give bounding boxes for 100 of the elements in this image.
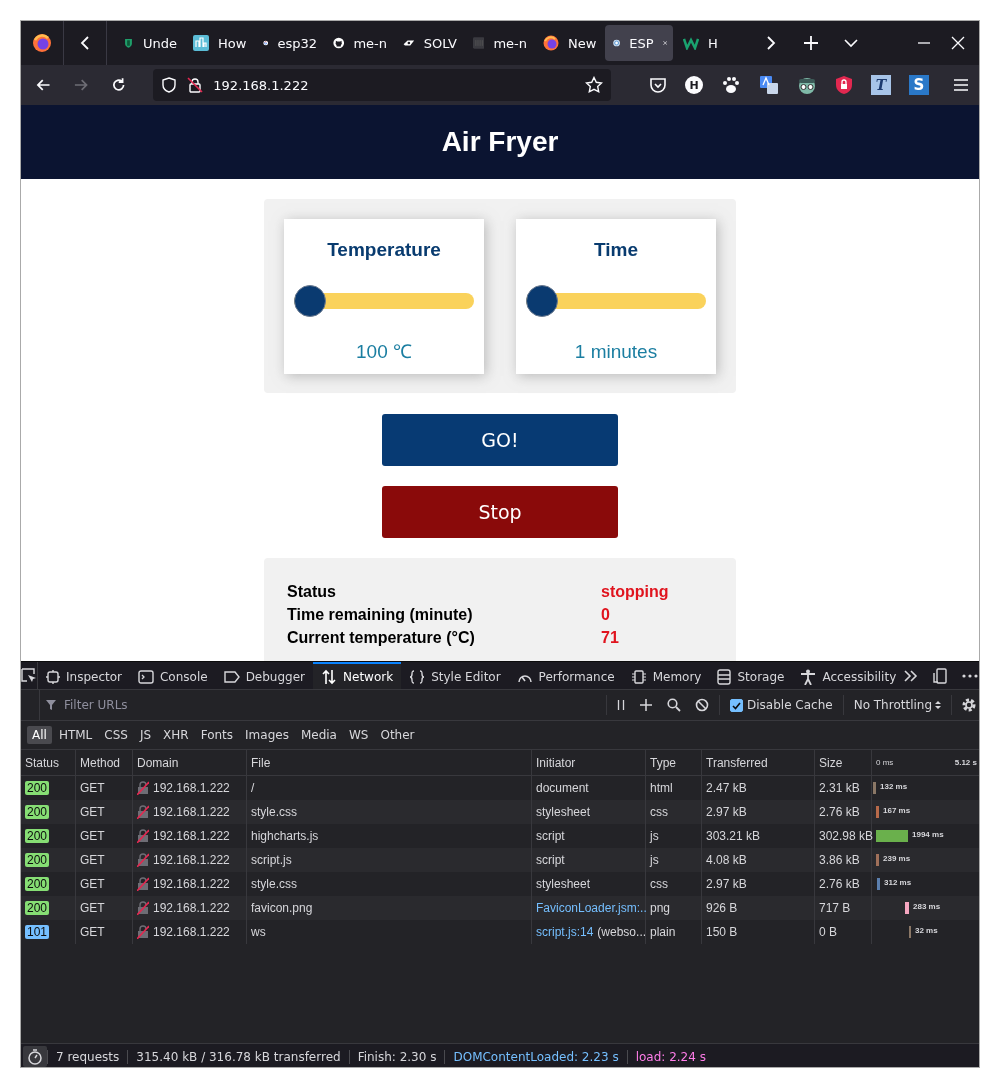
insecure-lock-icon [137, 805, 149, 819]
browser-tab[interactable]: ESP [605, 25, 673, 61]
type-filter-button[interactable]: CSS [99, 726, 133, 744]
devtools-tab[interactable]: Style Editor [401, 662, 509, 689]
table-cell: document [536, 781, 589, 795]
column-header[interactable]: Status [21, 750, 76, 776]
devtools-tab[interactable]: Inspector [38, 662, 130, 689]
devtools-tab[interactable]: Storage [709, 662, 793, 689]
more-options-button[interactable] [962, 673, 979, 678]
stopwatch-button[interactable] [27, 1048, 43, 1065]
close-tab-icon[interactable] [662, 38, 667, 48]
devtools-tab[interactable]: Debugger [215, 662, 314, 689]
timing-label: 167 ms [883, 806, 911, 815]
column-header[interactable]: Size [815, 750, 872, 776]
devtools-tab[interactable]: Performance [508, 662, 623, 689]
throttling-dropdown[interactable]: No Throttling [842, 695, 952, 715]
extension-button[interactable]: S [909, 75, 929, 95]
fox-icon[interactable] [32, 33, 52, 53]
insecure-lock-icon [137, 781, 149, 795]
database-icon [717, 668, 732, 685]
browser-tab[interactable]: H [675, 25, 743, 61]
scroll-left-button[interactable] [79, 35, 91, 51]
menu-button[interactable] [953, 78, 969, 92]
filter-field[interactable]: Filter URLs [62, 697, 606, 713]
column-header[interactable]: Initiator [532, 750, 646, 776]
timing-bar [905, 902, 909, 914]
document-icon [473, 35, 485, 51]
type-filter-button[interactable]: WS [343, 726, 374, 744]
shield-lock-icon[interactable] [835, 75, 853, 95]
type-filter-button[interactable]: XHR [158, 726, 194, 744]
search-button[interactable] [667, 698, 681, 712]
pause-button[interactable] [617, 699, 625, 711]
type-filter-button[interactable]: JS [134, 726, 157, 744]
type-filter-button[interactable]: Fonts [195, 726, 239, 744]
table-cell: stylesheet [536, 877, 591, 891]
initiator-link[interactable]: FaviconLoader.jsm:... [536, 901, 651, 915]
browser-tab[interactable]: esp32 [255, 25, 323, 61]
go-button[interactable]: GO! [382, 414, 618, 466]
devtools-tab[interactable]: Accessibility [792, 662, 905, 689]
address-bar[interactable]: 192.168.1.222 [153, 69, 611, 101]
initiator-link[interactable]: script.js:14 [536, 925, 594, 939]
scroll-right-button[interactable] [765, 35, 777, 51]
stop-button[interactable]: Stop [382, 486, 618, 538]
status-badge: 200 [25, 901, 50, 915]
devtools-tab[interactable]: Network [313, 662, 402, 689]
type-filter-button[interactable]: All [27, 726, 52, 744]
slider-value: 100 ℃ [356, 341, 412, 363]
slider-value: 1 minutes [574, 341, 658, 363]
paw-icon[interactable] [721, 75, 741, 95]
table-cell: plain [646, 920, 702, 944]
slider[interactable] [294, 285, 474, 317]
devtools-tab[interactable]: Memory [622, 662, 710, 689]
checkbox[interactable] [730, 698, 743, 712]
slider[interactable] [526, 285, 706, 317]
column-header[interactable]: Type [646, 750, 702, 776]
browser-tab[interactable]: me-n [465, 25, 533, 61]
slider-thumb[interactable] [294, 285, 326, 317]
insecure-lock-icon [137, 829, 149, 843]
table-cell: 192.168.1.222 [153, 925, 230, 939]
load-time: load: 2.24 s [626, 1049, 714, 1064]
extension-button[interactable]: T [871, 75, 891, 95]
new-tab-button[interactable] [803, 35, 819, 51]
type-filter-button[interactable]: Images [240, 726, 294, 744]
browser-tab[interactable]: me-n [325, 25, 393, 61]
table-cell: 3.86 kB [815, 848, 872, 872]
element-picker-button[interactable] [21, 667, 37, 684]
fox-icon [543, 35, 559, 51]
chevrons-button[interactable] [904, 669, 919, 682]
type-filter-button[interactable]: Media [295, 726, 342, 744]
browser-tab[interactable]: New [535, 25, 603, 61]
pocket-icon[interactable] [649, 76, 667, 94]
page-title: Air Fryer [441, 126, 559, 158]
bookmark-star-button[interactable] [585, 76, 603, 94]
block-button[interactable] [695, 698, 709, 712]
browser-tab[interactable]: How [185, 25, 253, 61]
translate-icon[interactable] [759, 75, 779, 95]
column-header[interactable]: Method [76, 750, 133, 776]
close-window-button[interactable] [951, 36, 965, 50]
browser-tab[interactable]: Unde [115, 25, 183, 61]
table-cell: GET [76, 920, 133, 944]
table-cell: 2.97 kB [702, 800, 815, 824]
extension-button[interactable]: H [685, 76, 703, 94]
column-header[interactable]: File [247, 750, 532, 776]
table-cell: (webso... [597, 925, 647, 939]
type-filter-button[interactable]: Other [375, 726, 420, 744]
table-cell: script [536, 853, 565, 867]
plus-button[interactable] [639, 698, 653, 712]
table-cell: js [646, 848, 702, 872]
devtools-tab[interactable]: Console [130, 662, 216, 689]
type-filter-button[interactable]: HTML [53, 726, 98, 744]
column-header[interactable]: Transferred [702, 750, 815, 776]
column-header[interactable]: Domain [133, 750, 247, 776]
spy-face-icon[interactable] [797, 75, 817, 95]
responsive-view-button[interactable] [932, 667, 949, 684]
slider-thumb[interactable] [526, 285, 558, 317]
status-badge: 200 [25, 781, 50, 795]
browser-tab[interactable]: SOLV [395, 25, 463, 61]
status-badge: 101 [25, 925, 50, 939]
status-badge: 200 [25, 877, 50, 891]
status-value: 0 [601, 605, 611, 625]
